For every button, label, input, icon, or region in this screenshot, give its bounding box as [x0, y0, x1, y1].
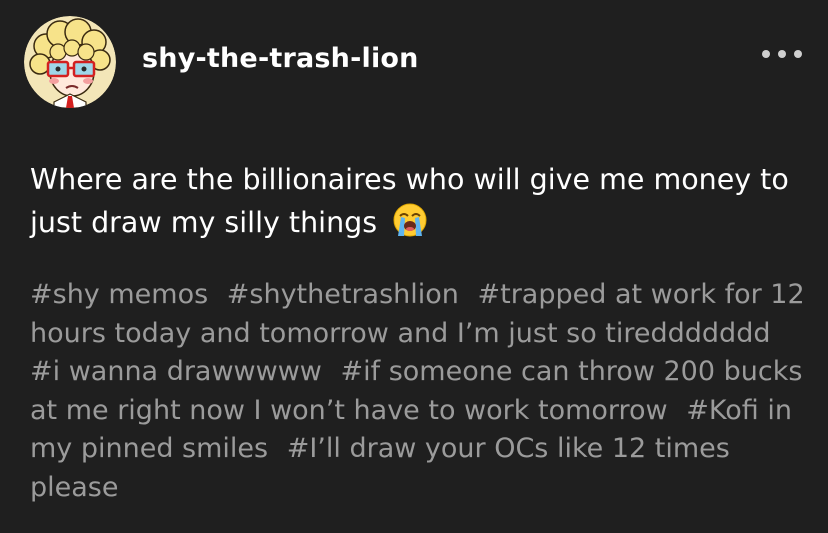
tag-link[interactable]: #shy memos [30, 279, 208, 310]
username[interactable]: shy-the-trash-lion [142, 43, 419, 74]
loudly-crying-face-emoji [392, 202, 428, 250]
post-tags: #shy memos #shythetrashlion #trapped at … [30, 276, 810, 507]
more-dot [794, 50, 802, 58]
more-horizontal-icon[interactable] [762, 44, 802, 64]
post-card: shy-the-trash-lion Where are the billion… [0, 0, 828, 533]
more-dot [778, 50, 786, 58]
post-body: Where are the billionaires who will give… [30, 158, 800, 250]
more-dot [762, 50, 770, 58]
avatar-illustration [24, 16, 116, 108]
post-header: shy-the-trash-lion [24, 16, 804, 108]
tag-link[interactable]: #i wanna drawwwww [30, 356, 322, 387]
tag-link[interactable]: #shythetrashlion [227, 279, 459, 310]
avatar[interactable] [24, 16, 116, 108]
